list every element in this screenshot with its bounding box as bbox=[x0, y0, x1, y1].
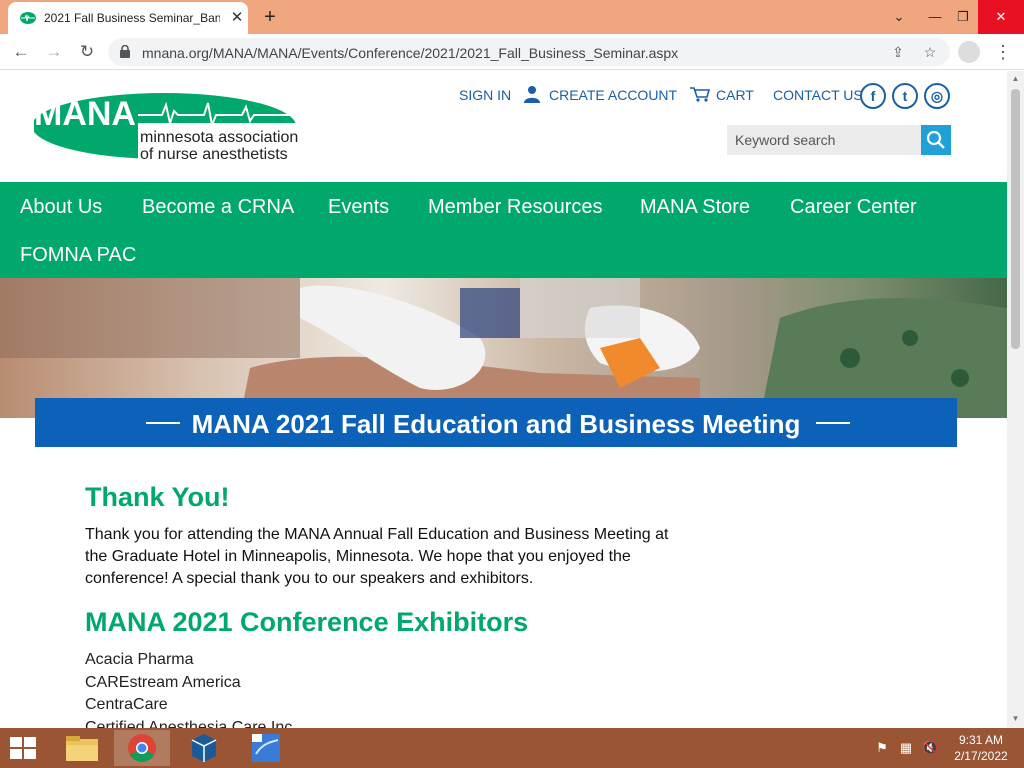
system-clock[interactable]: 9:31 AM 2/17/2022 bbox=[946, 732, 1016, 764]
nav-career-center[interactable]: Career Center bbox=[790, 196, 917, 219]
file-explorer-app[interactable] bbox=[54, 730, 110, 766]
vista-vm-app[interactable] bbox=[238, 730, 294, 766]
profile-avatar-icon[interactable] bbox=[958, 41, 980, 63]
nav-events[interactable]: Events bbox=[328, 196, 389, 219]
back-arrow-icon[interactable]: ← bbox=[9, 40, 33, 64]
folder-icon bbox=[66, 736, 98, 761]
list-item: Certified Anesthesia Care Inc. bbox=[85, 718, 297, 729]
chrome-icon bbox=[128, 734, 156, 762]
reload-icon[interactable]: ↻ bbox=[75, 40, 99, 64]
cart-icon bbox=[690, 87, 710, 102]
banner-rule-right bbox=[816, 422, 850, 424]
browser-tab-active[interactable]: 2021 Fall Business Seminar_Bann ✕ bbox=[8, 2, 248, 34]
page-scrollbar[interactable]: ▲ ▼ bbox=[1007, 71, 1024, 728]
clock-time: 9:31 AM bbox=[958, 733, 1004, 747]
nav-mana-store[interactable]: MANA Store bbox=[640, 196, 750, 219]
hero-photo-illustration bbox=[0, 278, 1007, 418]
lock-icon bbox=[120, 45, 130, 58]
flag-notification-icon[interactable]: ⚑ bbox=[874, 740, 890, 756]
nav-become-a-crna[interactable]: Become a CRNA bbox=[142, 196, 294, 219]
exhibitor-list: Acacia Pharma CAREstream America CentraC… bbox=[85, 649, 297, 728]
clock-date: 2/17/2022 bbox=[954, 749, 1008, 763]
nav-member-resources[interactable]: Member Resources bbox=[428, 196, 603, 219]
thank-you-heading: Thank You! bbox=[85, 482, 230, 512]
scroll-up-icon[interactable]: ▲ bbox=[1011, 74, 1020, 83]
nav-fomna-pac[interactable]: FOMNA PAC bbox=[20, 244, 136, 267]
virtualbox-app[interactable] bbox=[176, 730, 232, 766]
event-banner: MANA 2021 Fall Education and Business Me… bbox=[35, 398, 957, 447]
facebook-icon[interactable]: f bbox=[860, 83, 886, 109]
logo-line-2: of nurse anesthetists bbox=[140, 146, 288, 163]
mana-logo[interactable]: MANA minnesota association of nurse anes… bbox=[34, 93, 304, 165]
vista-icon bbox=[252, 734, 280, 762]
network-icon[interactable]: ▦ bbox=[898, 740, 914, 756]
browser-toolbar: ← → ↻ mnana.org/MANA/MANA/Events/Confere… bbox=[0, 34, 1024, 70]
hero-photo bbox=[0, 278, 1007, 418]
url-text: mnana.org/MANA/MANA/Events/Conference/20… bbox=[142, 45, 679, 61]
list-item: Acacia Pharma bbox=[85, 651, 194, 668]
volume-muted-icon[interactable]: 🔇 bbox=[922, 740, 938, 756]
share-icon[interactable]: ⇪ bbox=[888, 42, 908, 62]
twitter-icon[interactable]: t bbox=[892, 83, 918, 109]
list-item: CAREstream America bbox=[85, 673, 241, 691]
main-navigation: About Us Become a CRNA Events Member Res… bbox=[0, 182, 1007, 278]
nav-about-us[interactable]: About Us bbox=[20, 196, 102, 219]
search-button[interactable] bbox=[921, 125, 951, 155]
create-account-link[interactable]: CREATE ACCOUNT bbox=[549, 87, 677, 103]
intro-paragraph: Thank you for attending the MANA Annual … bbox=[85, 526, 669, 587]
bookmark-star-icon[interactable]: ☆ bbox=[920, 42, 940, 62]
keyword-search-input[interactable] bbox=[727, 125, 921, 155]
exhibitors-heading: MANA 2021 Conference Exhibitors bbox=[85, 607, 529, 637]
chrome-app[interactable] bbox=[114, 730, 170, 766]
banner-title: MANA 2021 Fall Education and Business Me… bbox=[191, 409, 801, 439]
browser-titlebar: 2021 Fall Business Seminar_Bann ✕ + ⌄ — … bbox=[0, 0, 1024, 34]
tab-close-icon[interactable]: ✕ bbox=[228, 9, 246, 27]
tab-title: 2021 Fall Business Seminar_Bann bbox=[44, 11, 220, 25]
windows-taskbar: ⚑ ▦ 🔇 9:31 AM 2/17/2022 bbox=[0, 728, 1024, 768]
contact-us-link[interactable]: CONTACT US bbox=[773, 87, 863, 103]
list-item: CentraCare bbox=[85, 696, 168, 713]
user-icon bbox=[524, 86, 540, 103]
mana-favicon-icon bbox=[20, 12, 36, 24]
logo-line-1: minnesota association bbox=[140, 129, 299, 146]
search-icon bbox=[926, 130, 945, 149]
instagram-icon[interactable]: ◎ bbox=[924, 83, 950, 109]
page-viewport: MANA minnesota association of nurse anes… bbox=[0, 71, 1007, 728]
cart-link[interactable]: CART bbox=[716, 87, 754, 103]
close-window-button[interactable]: ✕ bbox=[978, 0, 1024, 34]
scroll-thumb[interactable] bbox=[1011, 89, 1020, 349]
logo-wordmark: MANA bbox=[34, 95, 136, 133]
browser-menu-icon[interactable]: ⋮ bbox=[994, 40, 1012, 64]
address-bar[interactable]: mnana.org/MANA/MANA/Events/Conference/20… bbox=[108, 38, 950, 66]
scroll-down-icon[interactable]: ▼ bbox=[1011, 714, 1020, 723]
sign-in-link[interactable]: SIGN IN bbox=[459, 87, 511, 103]
new-tab-button[interactable]: + bbox=[258, 5, 282, 29]
forward-arrow-icon[interactable]: → bbox=[42, 40, 66, 64]
windows-start-icon[interactable] bbox=[8, 736, 38, 760]
virtualbox-icon bbox=[191, 734, 217, 762]
